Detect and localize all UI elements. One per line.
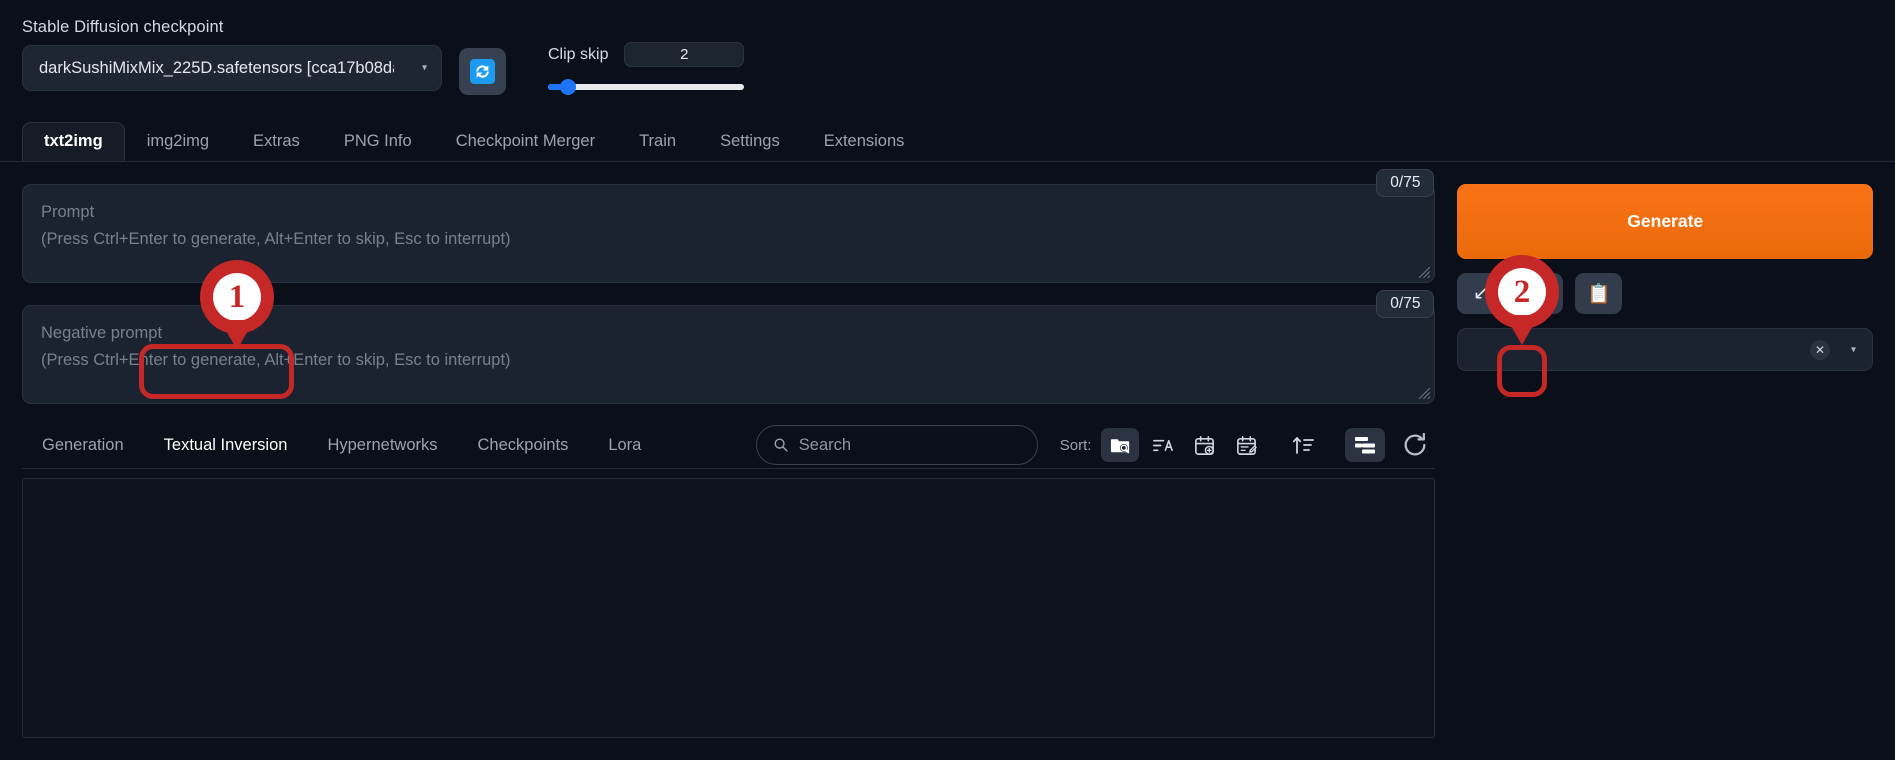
- sort-by-date-modified-button[interactable]: [1227, 428, 1265, 462]
- slider-track: [548, 84, 744, 90]
- negative-prompt-input[interactable]: Negative prompt (Press Ctrl+Enter to gen…: [22, 305, 1436, 404]
- extra-networks-panel: Generation Textual Inversion Hypernetwor…: [22, 422, 1436, 738]
- sort-label: Sort:: [1059, 436, 1092, 454]
- tab-img2img[interactable]: img2img: [125, 122, 231, 161]
- checkpoint-value: darkSushiMixMix_225D.safetensors [cca17b…: [39, 58, 394, 77]
- sort-by-date-created-button[interactable]: [1185, 428, 1223, 462]
- search-input[interactable]: Search: [755, 425, 1038, 465]
- tab-extras[interactable]: Extras: [231, 122, 322, 161]
- sort-alphabetical-icon: [1153, 439, 1173, 451]
- clip-skip-number-input[interactable]: 2: [624, 42, 744, 67]
- negative-prompt-area: 0/75 Negative prompt (Press Ctrl+Enter t…: [22, 290, 1436, 404]
- sort-by-name-button[interactable]: [1143, 428, 1181, 462]
- checkpoint-label: Stable Diffusion checkpoint: [22, 18, 224, 36]
- sort-ascending-icon: [1293, 437, 1315, 454]
- clear-prompt-button[interactable]: 🗑: [1516, 273, 1564, 314]
- tab-png-info[interactable]: PNG Info: [322, 122, 434, 161]
- refresh-icon: [1405, 432, 1426, 456]
- subtab-checkpoints[interactable]: Checkpoints: [458, 436, 589, 455]
- negative-prompt-token-counter: 0/75: [1376, 290, 1435, 318]
- search-placeholder: Search: [798, 435, 852, 454]
- tab-checkpoint-merger[interactable]: Checkpoint Merger: [434, 122, 617, 161]
- clip-skip-block: Clip skip 2: [548, 42, 744, 95]
- refresh-icon: [470, 59, 495, 84]
- search-icon: [774, 438, 788, 452]
- tab-txt2img[interactable]: txt2img: [22, 122, 125, 161]
- chevron-down-icon: ▾: [421, 62, 427, 74]
- left-column: 0/75 Prompt (Press Ctrl+Enter to generat…: [22, 162, 1436, 738]
- clip-skip-label: Clip skip: [548, 45, 609, 63]
- negative-prompt-placeholder-line1: Negative prompt: [41, 324, 163, 342]
- page-body: 0/75 Prompt (Press Ctrl+Enter to generat…: [0, 162, 1895, 738]
- generate-button[interactable]: Generate: [1457, 184, 1873, 259]
- subtab-generation[interactable]: Generation: [22, 436, 144, 455]
- prompt-placeholder-line2: (Press Ctrl+Enter to generate, Alt+Enter…: [41, 230, 511, 248]
- clip-skip-slider[interactable]: [548, 79, 744, 95]
- negative-prompt-placeholder-line2: (Press Ctrl+Enter to generate, Alt+Enter…: [41, 351, 511, 369]
- sort-direction-ascending-button[interactable]: [1283, 428, 1323, 462]
- top-bar: Stable Diffusion checkpoint darkSushiMix…: [0, 0, 1895, 118]
- resize-handle-icon[interactable]: [1418, 266, 1431, 279]
- prompt-tools-row: ↙ 🗑 📋: [1457, 273, 1873, 314]
- right-column: Generate ↙ 🗑 📋 ✕ ▾: [1457, 162, 1873, 738]
- tab-extensions[interactable]: Extensions: [802, 122, 927, 161]
- prompt-placeholder-line1: Prompt: [41, 203, 95, 221]
- calendar-plus-icon: [1195, 435, 1214, 455]
- prompt-token-counter: 0/75: [1376, 169, 1435, 197]
- slider-thumb[interactable]: [559, 79, 576, 95]
- prompt-input[interactable]: Prompt (Press Ctrl+Enter to generate, Al…: [22, 184, 1436, 283]
- checkpoint-dropdown[interactable]: darkSushiMixMix_225D.safetensors [cca17b…: [22, 45, 442, 91]
- calendar-edit-icon: [1237, 435, 1257, 455]
- sort-by-path-button[interactable]: [1101, 428, 1140, 462]
- tab-settings[interactable]: Settings: [698, 122, 802, 161]
- extra-networks-cards-area[interactable]: [22, 478, 1436, 738]
- refresh-checkpoint-button[interactable]: [459, 48, 506, 95]
- refresh-networks-button[interactable]: [1395, 426, 1435, 464]
- chevron-down-icon: ▾: [1850, 344, 1856, 355]
- close-icon[interactable]: ✕: [1810, 339, 1830, 360]
- styles-row: ✕ ▾: [1457, 328, 1873, 371]
- subtab-lora[interactable]: Lora: [588, 436, 661, 455]
- tab-train[interactable]: Train: [617, 122, 698, 161]
- prompt-area: 0/75 Prompt (Press Ctrl+Enter to generat…: [22, 169, 1436, 283]
- tree-view-icon: [1355, 437, 1376, 454]
- apply-style-button[interactable]: 📋: [1575, 273, 1623, 314]
- extra-networks-toolbar: Search Sort:: [755, 425, 1436, 465]
- subtab-hypernetworks[interactable]: Hypernetworks: [307, 436, 457, 455]
- tree-view-toggle-button[interactable]: [1345, 428, 1386, 462]
- extra-networks-header: Generation Textual Inversion Hypernetwor…: [22, 422, 1436, 469]
- folder-search-icon: [1110, 438, 1130, 453]
- resize-handle-icon[interactable]: [1418, 387, 1431, 400]
- styles-dropdown[interactable]: ✕ ▾: [1457, 328, 1873, 371]
- restore-progress-button[interactable]: ↙: [1457, 273, 1505, 314]
- subtab-textual-inversion[interactable]: Textual Inversion: [144, 436, 308, 455]
- checkpoint-block: Stable Diffusion checkpoint darkSushiMix…: [22, 18, 442, 91]
- main-tab-bar: txt2img img2img Extras PNG Info Checkpoi…: [0, 118, 1895, 162]
